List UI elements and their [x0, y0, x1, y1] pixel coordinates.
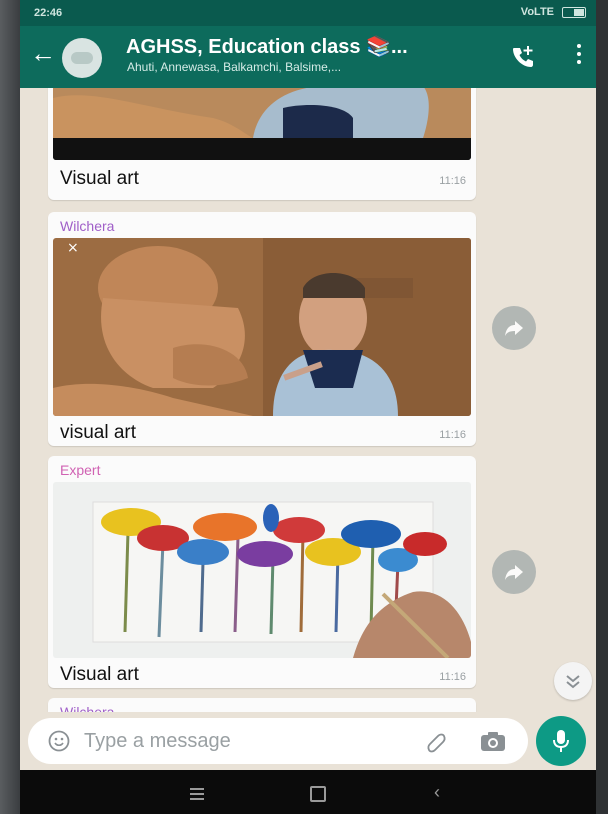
- message-list[interactable]: Visual art 11:16 Wilchera × visual art 1…: [20, 88, 596, 712]
- chat-header: ← AGHSS, Education class 📚... Ahuti, Ann…: [20, 26, 596, 88]
- composer-bar: Type a message: [20, 712, 596, 770]
- message-image[interactable]: ×: [53, 238, 471, 416]
- message-sender[interactable]: Expert: [60, 462, 100, 478]
- nav-back-icon[interactable]: ‹: [434, 782, 440, 803]
- mic-button[interactable]: [536, 716, 586, 766]
- emoji-icon[interactable]: [48, 730, 70, 752]
- nav-menu-icon[interactable]: [190, 788, 204, 803]
- device-frame-right: [596, 0, 608, 814]
- nav-home-icon[interactable]: [310, 786, 326, 802]
- battery-icon: [562, 6, 586, 18]
- sculpture-photo: ×: [53, 238, 471, 416]
- status-bar: 22:46 VoLTE: [20, 0, 596, 26]
- flower-painting-photo: [53, 482, 471, 658]
- message-image[interactable]: [53, 482, 471, 658]
- message-caption: Visual art: [60, 168, 139, 189]
- forward-icon[interactable]: [492, 550, 536, 594]
- message-sender[interactable]: Wilchera: [60, 704, 114, 712]
- message-bubble[interactable]: Visual art 11:16: [48, 88, 476, 200]
- message-time: 11:16: [439, 175, 466, 187]
- svg-text:×: ×: [67, 240, 79, 256]
- message-bubble[interactable]: Expert Visual art 11:16: [48, 456, 476, 688]
- forward-icon[interactable]: [492, 306, 536, 350]
- message-time: 11:16: [439, 671, 466, 683]
- status-time: 22:46: [34, 7, 63, 19]
- message-sender[interactable]: Wilchera: [60, 218, 114, 234]
- group-title[interactable]: AGHSS, Education class 📚...: [126, 34, 408, 59]
- device-frame-left: [0, 0, 20, 814]
- message-caption: Visual art: [60, 664, 139, 685]
- back-arrow-icon[interactable]: ←: [30, 40, 56, 66]
- mic-icon: [553, 730, 569, 752]
- system-nav-bar: ‹: [20, 770, 596, 814]
- attach-icon[interactable]: [424, 730, 448, 754]
- scroll-down-icon[interactable]: [554, 662, 592, 700]
- message-caption: visual art: [60, 422, 137, 443]
- phone-screen: 22:46 VoLTE ← AGHSS, Education class 📚..…: [20, 0, 596, 814]
- message-bubble[interactable]: Wilchera: [48, 698, 476, 712]
- camera-icon[interactable]: [480, 730, 506, 752]
- message-time: 11:16: [439, 429, 466, 441]
- add-call-icon[interactable]: [510, 44, 536, 70]
- group-members[interactable]: Ahuti, Annewasa, Balkamchi, Balsime,...: [127, 60, 341, 74]
- group-avatar[interactable]: [62, 38, 102, 78]
- menu-dots-icon[interactable]: [576, 44, 582, 66]
- message-input[interactable]: Type a message: [28, 718, 528, 764]
- message-image[interactable]: [53, 88, 471, 160]
- network-label: VoLTE: [520, 6, 554, 18]
- message-bubble[interactable]: Wilchera × visual art 11:16: [48, 212, 476, 446]
- message-placeholder: Type a message: [84, 730, 231, 752]
- sculpture-photo: [53, 88, 471, 160]
